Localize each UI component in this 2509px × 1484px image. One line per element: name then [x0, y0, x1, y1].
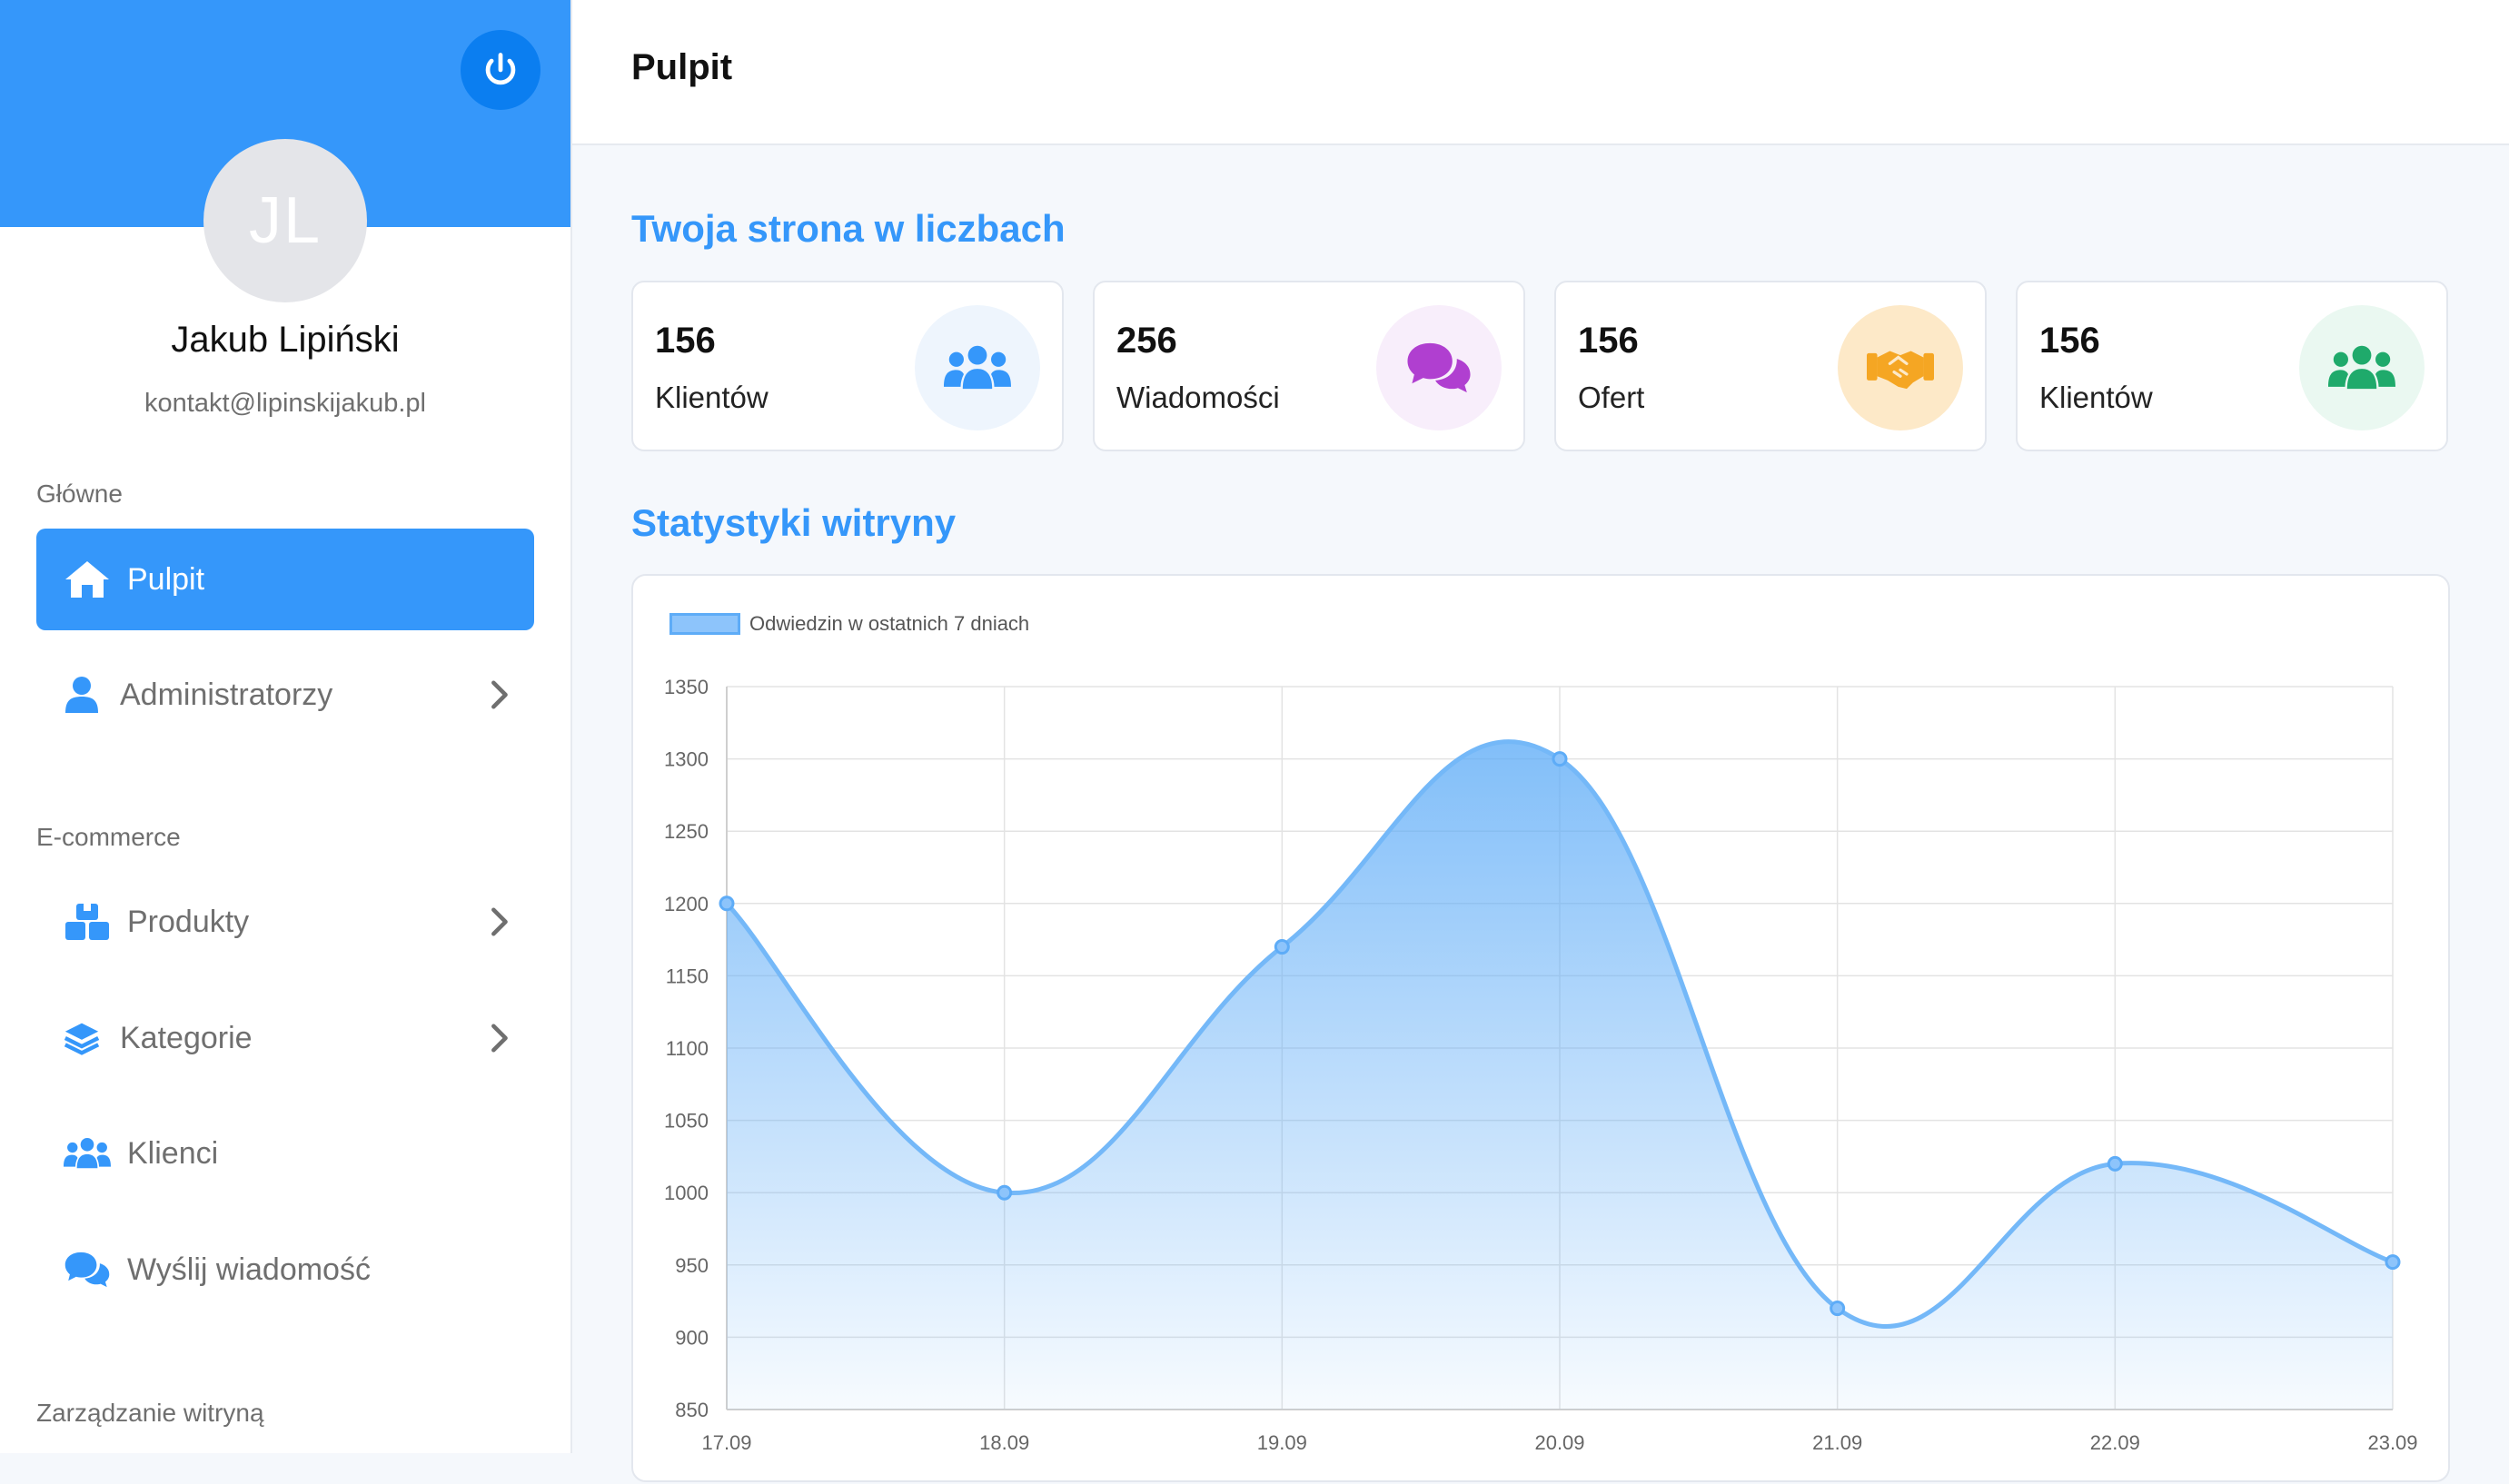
topbar: Pulpit: [572, 0, 2509, 145]
stat-value: 156: [1578, 321, 1639, 361]
user-name: Jakub Lipiński: [171, 320, 400, 360]
data-point[interactable]: [2385, 1254, 2401, 1271]
stats-section-title: Twoja strona w liczbach: [631, 207, 1066, 250]
y-tick-label: 1300: [664, 748, 709, 771]
stat-value: 156: [655, 321, 716, 361]
avatar: JL: [203, 139, 367, 302]
y-tick-label: 1350: [664, 676, 709, 698]
layers-icon: [64, 1018, 100, 1058]
handshake-icon: [1838, 305, 1963, 430]
y-tick-label: 1100: [666, 1037, 709, 1060]
x-tick-label: 20.09: [1534, 1431, 1584, 1454]
users-icon: [64, 1133, 111, 1173]
x-tick-label: 23.09: [2367, 1431, 2417, 1454]
section-label-main: Główne: [36, 480, 123, 508]
section-label-ecommerce: E-commerce: [36, 823, 181, 851]
chevron-right-icon: [491, 1024, 508, 1053]
user-email: kontakt@lipinskijakub.pl: [144, 389, 426, 418]
stat-label: Ofert: [1578, 381, 1645, 414]
y-tick-label: 950: [675, 1254, 709, 1277]
section-label-site: Zarządzanie witryną: [36, 1399, 264, 1427]
y-tick-label: 1000: [664, 1182, 709, 1204]
x-tick-label: 17.09: [701, 1431, 751, 1454]
y-tick-label: 1200: [664, 893, 709, 915]
x-tick-label: 18.09: [979, 1431, 1029, 1454]
stat-card-ofert: 156 Ofert: [1554, 281, 1987, 451]
visits-area-chart: 850 900 950 1000 1050 1100 1150 1200 1250 1300 135…: [664, 676, 2417, 1454]
data-point[interactable]: [997, 1184, 1013, 1201]
stat-label: Klientów: [655, 381, 769, 414]
sidebar-item-administratorzy[interactable]: Administratorzy: [36, 644, 534, 746]
stat-card-klientow-2: 156 Klientów: [2016, 281, 2448, 451]
stat-label: Klientów: [2039, 381, 2153, 414]
stat-value: 156: [2039, 321, 2100, 361]
chart-section-title: Statystyki witryny: [631, 501, 957, 544]
stat-label: Wiadomości: [1116, 381, 1280, 414]
sidebar-item-label: Kategorie: [120, 1020, 253, 1055]
data-point[interactable]: [2107, 1155, 2123, 1172]
y-tick-label: 1050: [664, 1110, 709, 1133]
y-tick-label: 1250: [664, 820, 709, 843]
y-tick-label: 1150: [666, 965, 709, 987]
data-point[interactable]: [719, 895, 735, 912]
data-point[interactable]: [1274, 939, 1290, 955]
sidebar-item-wyslij-wiadomosc[interactable]: Wyślij wiadomość: [36, 1219, 534, 1321]
x-tick-label: 22.09: [2090, 1431, 2140, 1454]
user-icon: [64, 675, 100, 715]
chat-icon: [1376, 305, 1502, 430]
boxes-icon: [64, 902, 111, 942]
chart-card: Odwiedzin w ostatnich 7 dniach 850 900 950…: [631, 574, 2450, 1482]
sidebar-item-kategorie[interactable]: Kategorie: [36, 987, 534, 1089]
sidebar-item-label: Klienci: [127, 1135, 219, 1171]
data-point[interactable]: [1830, 1301, 1846, 1317]
x-tick-label: 21.09: [1812, 1431, 1862, 1454]
users-icon: [915, 305, 1040, 430]
x-tick-label: 19.09: [1257, 1431, 1307, 1454]
chevron-right-icon: [491, 680, 508, 709]
stat-card-klientow: 156 Klientów: [631, 281, 1064, 451]
y-tick-label: 900: [675, 1326, 709, 1349]
sidebar-item-label: Produkty: [127, 904, 250, 939]
data-point[interactable]: [1552, 751, 1568, 767]
logout-button[interactable]: [461, 30, 540, 110]
chat-icon: [64, 1250, 111, 1290]
series-area-fill: [727, 741, 2393, 1410]
y-tick-label: 850: [675, 1399, 709, 1421]
sidebar-item-label: Administratorzy: [120, 677, 333, 712]
sidebar-item-pulpit[interactable]: Pulpit: [36, 529, 534, 630]
stat-value: 256: [1116, 321, 1177, 361]
stat-card-wiadomosci: 256 Wiadomości: [1093, 281, 1525, 451]
sidebar-item-label: Wyślij wiadomość: [127, 1252, 371, 1287]
sidebar: JL Jakub Lipiński kontakt@lipinskijakub.…: [0, 0, 572, 1453]
sidebar-item-klienci[interactable]: Klienci: [36, 1103, 534, 1204]
power-icon: [485, 53, 516, 85]
home-icon: [64, 559, 111, 599]
users-icon: [2299, 305, 2425, 430]
chevron-right-icon: [491, 907, 508, 936]
page-title: Pulpit: [631, 47, 733, 87]
sidebar-item-label: Pulpit: [127, 561, 205, 597]
sidebar-item-produkty[interactable]: Produkty: [36, 871, 534, 973]
